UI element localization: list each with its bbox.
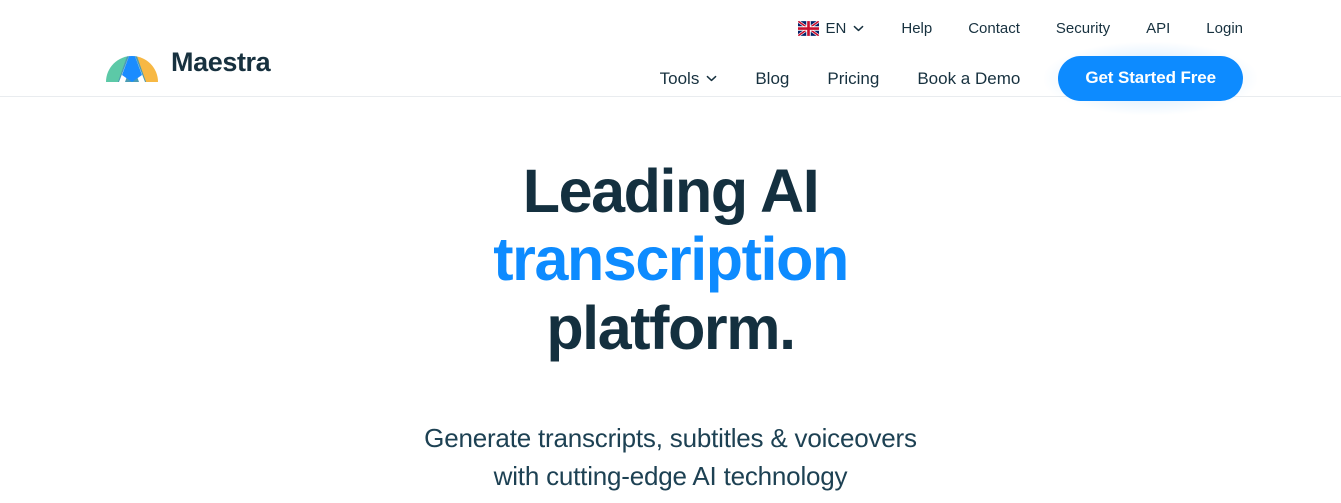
hero-section: Leading AI transcription platform. Gener… — [0, 97, 1341, 495]
header-nav-stack: EN Help Contact Security API Login Tools — [660, 0, 1257, 115]
get-started-free-button[interactable]: Get Started Free — [1058, 55, 1243, 101]
main-nav-item-blog[interactable]: Blog — [755, 70, 789, 87]
language-code: EN — [825, 19, 847, 37]
main-nav: Tools Blog Pricing Book a Demo Get Start… — [660, 41, 1257, 115]
uk-flag-icon — [797, 20, 819, 36]
language-switcher[interactable]: EN — [797, 19, 865, 37]
hero-subtitle-line-1: Generate transcripts, subtitles & voiceo… — [424, 422, 917, 453]
main-nav-item-book-a-demo[interactable]: Book a Demo — [917, 70, 1020, 87]
brand-logo-link[interactable]: Maestra — [106, 42, 271, 82]
utility-link-login[interactable]: Login — [1206, 21, 1243, 36]
cta-glow-wrap: Get Started Free — [1044, 41, 1257, 115]
maestra-dome-logo-icon — [106, 42, 158, 82]
main-nav-item-tools[interactable]: Tools — [660, 70, 718, 87]
hero-title-line-1: Leading AI — [522, 157, 820, 225]
hero-title-line-2-accent: transcription — [493, 225, 849, 294]
chevron-down-icon — [853, 25, 864, 32]
hero-title-line-3: platform. — [546, 293, 796, 362]
utility-link-contact[interactable]: Contact — [968, 21, 1020, 36]
utility-link-help[interactable]: Help — [901, 21, 932, 36]
brand-name: Maestra — [171, 46, 271, 77]
header-inner: Maestra EN Help Contact Security API Log… — [0, 0, 1341, 115]
utility-link-security[interactable]: Security — [1056, 21, 1110, 36]
main-nav-label-tools: Tools — [659, 68, 700, 88]
hero-subtitle-line-2: with cutting-edge AI technology — [493, 460, 848, 491]
site-header: Maestra EN Help Contact Security API Log… — [0, 0, 1341, 115]
hero-subtitle: Generate transcripts, subtitles & voiceo… — [0, 420, 1341, 495]
utility-link-api[interactable]: API — [1146, 21, 1170, 36]
chevron-down-icon — [706, 75, 717, 82]
main-nav-item-pricing[interactable]: Pricing — [827, 70, 879, 87]
hero-title: Leading AI transcription platform. — [0, 157, 1341, 362]
utility-nav: EN Help Contact Security API Login — [797, 16, 1243, 40]
